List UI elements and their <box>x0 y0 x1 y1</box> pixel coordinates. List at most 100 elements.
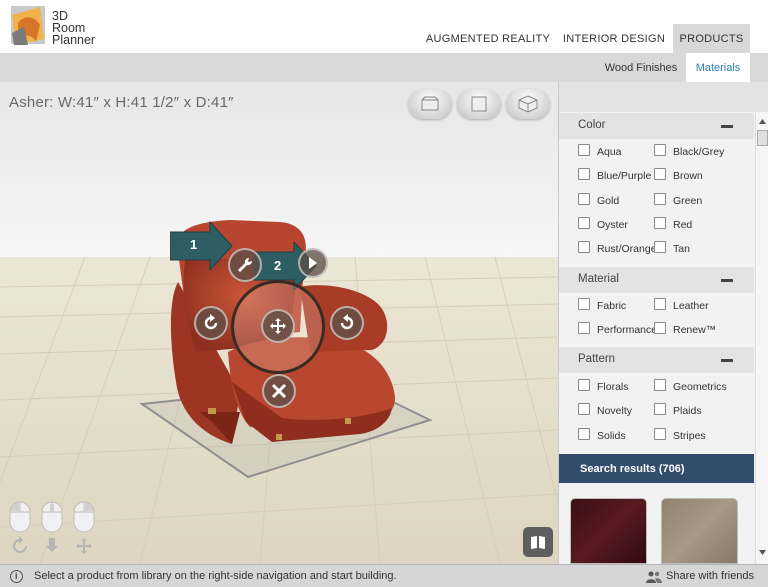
section-header-color[interactable]: Color <box>559 113 754 139</box>
delete-icon <box>271 383 287 399</box>
filter-label: Fabric <box>597 300 627 312</box>
sub-navigation: Wood Finishes Materials <box>0 53 768 82</box>
logo[interactable]: 3D Room Planner <box>10 5 120 49</box>
view-3d-icon <box>518 95 538 113</box>
checkbox[interactable] <box>578 241 590 253</box>
filter-label: Gold <box>597 195 620 207</box>
checkbox[interactable] <box>578 217 590 229</box>
checkbox[interactable] <box>654 298 666 310</box>
logo-text: 3D Room Planner <box>52 10 96 47</box>
search-results-header: Search results (706) <box>559 454 754 483</box>
view-2d-icon <box>421 96 439 111</box>
view-3d-button[interactable] <box>506 89 550 119</box>
scroll-up-icon[interactable] <box>758 117 767 126</box>
filter-label: Black/Grey <box>673 146 725 158</box>
filter-label: Stripes <box>673 430 706 442</box>
scroll-thumb[interactable] <box>757 130 768 146</box>
material-swatch[interactable] <box>661 498 738 564</box>
checkbox[interactable] <box>578 379 590 391</box>
section-title-pattern: Pattern <box>578 353 616 365</box>
filter-label: Rust/Orange <box>597 243 657 255</box>
nav-interior-design[interactable]: INTERIOR DESIGN <box>561 24 667 53</box>
view-2d-button[interactable] <box>408 89 452 119</box>
checkbox[interactable] <box>654 403 666 415</box>
edit-button[interactable] <box>228 248 262 282</box>
delete-button[interactable] <box>262 374 296 408</box>
checkbox[interactable] <box>578 322 590 334</box>
rotate-right-button[interactable] <box>330 306 364 340</box>
next-button[interactable] <box>298 248 328 278</box>
status-bar: i Select a product from library on the r… <box>0 564 768 587</box>
checkbox[interactable] <box>654 168 666 180</box>
mouse-left-icon <box>9 501 31 553</box>
filter-label: Performance <box>597 324 654 336</box>
subnav-wood-finishes[interactable]: Wood Finishes <box>598 53 684 82</box>
checkbox[interactable] <box>654 379 666 391</box>
collapse-minus-icon[interactable] <box>721 279 733 282</box>
filter-label: Solids <box>597 430 626 442</box>
info-icon: i <box>10 570 23 583</box>
wrench-icon <box>238 257 253 272</box>
collapse-minus-icon[interactable] <box>721 125 733 128</box>
filter-label: Geometrics <box>673 381 727 393</box>
filter-label: Aqua <box>597 146 622 158</box>
material-swatch[interactable] <box>570 498 647 564</box>
filter-label: Tan <box>673 243 690 255</box>
next-arrow-icon <box>309 257 317 269</box>
filter-label: Leather <box>673 300 709 312</box>
filter-label: Blue/Purple <box>597 170 652 182</box>
product-dimensions: Asher: W:41″ x H:41 1/2″ x D:41″ <box>9 94 234 111</box>
checkbox[interactable] <box>578 193 590 205</box>
subnav-materials[interactable]: Materials <box>686 53 750 82</box>
move-handle[interactable] <box>231 280 325 374</box>
checkbox[interactable] <box>578 144 590 156</box>
rotate-left-icon <box>204 314 218 330</box>
scroll-down-icon[interactable] <box>758 548 767 557</box>
collapse-minus-icon[interactable] <box>721 359 733 362</box>
filter-label: Novelty <box>597 405 633 417</box>
3d-viewport[interactable]: Asher: W:41″ x H:41 1/2″ x D:41″ 1 2 <box>0 82 558 564</box>
mouse-right-icon <box>73 501 95 554</box>
status-message: Select a product from library on the rig… <box>34 570 397 582</box>
mouse-middle-icon <box>41 501 63 552</box>
section-header-material[interactable]: Material <box>559 267 754 293</box>
checkbox[interactable] <box>654 428 666 440</box>
rotate-left-button[interactable] <box>194 306 228 340</box>
checkbox[interactable] <box>578 168 590 180</box>
filter-label: Renew™ <box>673 324 717 336</box>
filter-label: Green <box>673 195 703 207</box>
checkbox[interactable] <box>654 322 666 334</box>
filter-label: Plaids <box>673 405 702 417</box>
panel-header <box>559 82 768 112</box>
view-top-button[interactable] <box>457 89 501 119</box>
section-title-material: Material <box>578 273 619 285</box>
checkbox[interactable] <box>578 428 590 440</box>
catalog-button[interactable] <box>523 527 553 557</box>
search-results-label: Search results (706) <box>580 463 685 475</box>
section-header-pattern[interactable]: Pattern <box>559 347 754 373</box>
section-title-color: Color <box>578 119 606 131</box>
move-icon <box>270 318 286 334</box>
checkbox[interactable] <box>654 217 666 229</box>
mouse-controls-hint <box>9 501 95 554</box>
checkbox[interactable] <box>578 403 590 415</box>
checkbox[interactable] <box>654 241 666 253</box>
checkbox[interactable] <box>578 298 590 310</box>
view-top-icon <box>471 96 487 112</box>
filter-label: Florals <box>597 381 629 393</box>
move-button[interactable] <box>261 309 295 343</box>
logo-mark-icon <box>11 6 45 45</box>
filter-label: Brown <box>673 170 703 182</box>
checkbox[interactable] <box>654 144 666 156</box>
logo-line-3: Planner <box>52 33 96 47</box>
rotate-right-icon <box>340 314 354 330</box>
nav-products[interactable]: PRODUCTS <box>673 24 750 53</box>
people-icon <box>646 571 662 583</box>
step-arrow-icon <box>169 220 233 272</box>
step-number-1: 1 <box>190 237 198 252</box>
filter-performance[interactable]: Performance <box>578 322 654 336</box>
checkbox[interactable] <box>654 193 666 205</box>
panel-scrollbar[interactable] <box>755 112 768 564</box>
nav-augmented-reality[interactable]: AUGMENTED REALITY <box>425 24 551 53</box>
filter-label: Oyster <box>597 219 628 231</box>
